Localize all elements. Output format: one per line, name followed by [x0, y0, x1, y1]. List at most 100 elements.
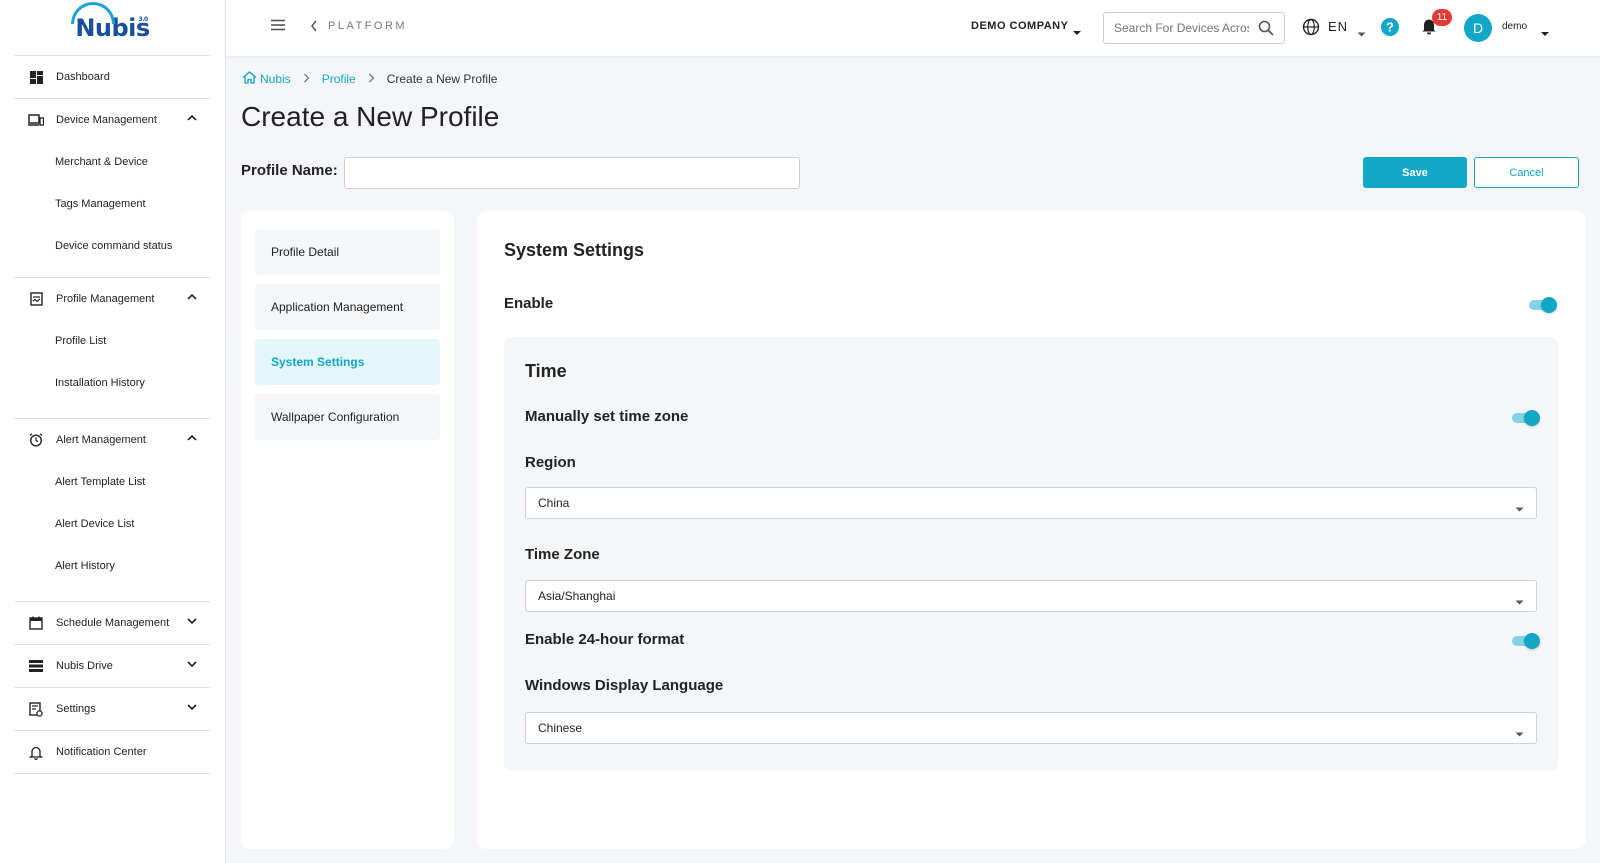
page-title: Create a New Profile [241, 101, 500, 132]
display-language-value: Chinese [538, 721, 583, 735]
brand-logo: 3.0 Nubis [71, 1, 150, 42]
sidebar-item-alert-history[interactable]: Alert History [14, 545, 211, 587]
bell-outline-icon [28, 744, 44, 760]
top-header: PLATFORM DEMO COMPANY EN ? 11 D demo [226, 0, 1600, 56]
chevron-right-icon [368, 72, 375, 86]
drive-icon [28, 658, 44, 674]
hour24-toggle[interactable] [1510, 632, 1540, 650]
caret-down-icon [1515, 501, 1524, 515]
sidebar-item-nubis-drive[interactable]: Nubis Drive [14, 645, 211, 687]
devices-icon [28, 112, 44, 128]
sidebar-item-label: Profile Management [56, 293, 155, 305]
enable-toggle[interactable] [1527, 296, 1557, 314]
chevron-left-icon[interactable] [310, 19, 318, 37]
chevron-up-icon[interactable] [187, 113, 197, 126]
chevron-right-icon [303, 72, 310, 86]
search-box[interactable] [1103, 12, 1285, 44]
sidebar-item-notification-center[interactable]: Notification Center [14, 731, 211, 773]
hour24-label: Enable 24-hour format [525, 631, 685, 648]
brand-version: 3.0 [138, 15, 149, 23]
caret-down-icon [1515, 726, 1524, 740]
tab-application-management[interactable]: Application Management [255, 284, 440, 330]
system-settings-panel: System Settings Enable Time Manually set… [477, 211, 1586, 849]
platform-label[interactable]: PLATFORM [328, 20, 407, 32]
tab-profile-detail[interactable]: Profile Detail [255, 229, 440, 275]
sidebar-item-dashboard[interactable]: Dashboard [14, 56, 211, 98]
cloud-icon [71, 1, 116, 24]
nav-group-nubis-drive: Nubis Drive [14, 645, 211, 688]
logo[interactable]: 3.0 Nubis [14, 0, 211, 56]
breadcrumb-current: Create a New Profile [386, 72, 498, 86]
region-select[interactable]: China [525, 487, 1537, 519]
sidebar-item-label: Nubis Drive [56, 660, 113, 672]
caret-down-icon [1515, 594, 1524, 608]
sidebar-item-label: Dashboard [56, 71, 110, 83]
sidebar-item-label: Alert Management [56, 434, 146, 446]
notification-badge: 11 [1432, 9, 1452, 26]
nav-group-alert-management: Alert Management Alert Template List Ale… [14, 419, 211, 602]
alarm-icon [28, 432, 44, 448]
tab-wallpaper-configuration[interactable]: Wallpaper Configuration [255, 394, 440, 440]
globe-icon[interactable] [1302, 18, 1320, 41]
chevron-up-icon[interactable] [187, 433, 197, 446]
breadcrumb-profile[interactable]: Profile [322, 72, 356, 86]
sidebar-item-profile-management[interactable]: Profile Management [14, 278, 211, 320]
cancel-button[interactable]: Cancel [1474, 157, 1579, 188]
search-icon[interactable] [1258, 20, 1274, 41]
sidebar-item-alert-management[interactable]: Alert Management [14, 419, 211, 461]
toggle-knob [1541, 297, 1557, 313]
sidebar-item-settings[interactable]: Settings [14, 688, 211, 730]
nav-group-schedule-management: Schedule Management [14, 602, 211, 645]
caret-down-icon[interactable] [1357, 24, 1366, 42]
breadcrumb: Nubis Profile Create a New Profile [242, 71, 497, 87]
sidebar-item-alert-device-list[interactable]: Alert Device List [14, 503, 211, 545]
profile-name-label: Profile Name: [241, 162, 338, 179]
search-input[interactable] [1114, 13, 1249, 43]
caret-down-icon[interactable] [1072, 23, 1082, 41]
chevron-down-icon[interactable] [187, 659, 197, 672]
dashboard-icon [28, 69, 44, 85]
nav-group-notification-center: Notification Center [14, 731, 211, 774]
avatar[interactable]: D [1464, 14, 1492, 42]
time-settings-card: Time Manually set time zone Region China… [504, 337, 1558, 771]
company-selector[interactable]: DEMO COMPANY [971, 20, 1068, 32]
nav-group-dashboard: Dashboard [14, 56, 211, 99]
calendar-icon [28, 615, 44, 631]
chevron-down-icon[interactable] [187, 616, 197, 629]
nav-group-settings: Settings [14, 688, 211, 731]
tab-system-settings[interactable]: System Settings [255, 339, 440, 385]
display-language-label: Windows Display Language [525, 677, 724, 694]
sidebar-item-device-command-status[interactable]: Device command status [14, 225, 211, 267]
nav-group-device-management: Device Management Merchant & Device Tags… [14, 99, 211, 278]
timezone-select[interactable]: Asia/Shanghai [525, 580, 1537, 612]
sidebar-item-schedule-management[interactable]: Schedule Management [14, 602, 211, 644]
save-button[interactable]: Save [1363, 157, 1467, 188]
region-label: Region [525, 454, 576, 471]
profile-name-input[interactable] [344, 157, 800, 189]
sidebar-item-device-management[interactable]: Device Management [14, 99, 211, 141]
chevron-up-icon[interactable] [187, 292, 197, 305]
sidebar-item-label: Schedule Management [56, 617, 170, 629]
sidebar-item-label: Notification Center [56, 746, 147, 758]
display-language-select[interactable]: Chinese [525, 712, 1537, 744]
breadcrumb-home[interactable]: Nubis [260, 72, 291, 86]
sidebar-item-tags-management[interactable]: Tags Management [14, 183, 211, 225]
chevron-down-icon[interactable] [187, 702, 197, 715]
sidebar-item-installation-history[interactable]: Installation History [14, 362, 211, 404]
menu-icon[interactable] [270, 18, 286, 37]
profile-tabs-panel: Profile Detail Application Management Sy… [241, 211, 454, 849]
time-section-title: Time [525, 361, 567, 381]
sidebar-item-merchant-device[interactable]: Merchant & Device [14, 141, 211, 183]
home-icon[interactable] [242, 71, 257, 87]
manual-timezone-toggle[interactable] [1510, 409, 1540, 427]
help-icon[interactable]: ? [1380, 17, 1400, 42]
sidebar-item-profile-list[interactable]: Profile List [14, 320, 211, 362]
toggle-knob [1524, 410, 1540, 426]
caret-down-icon[interactable] [1540, 24, 1550, 42]
sidebar-item-alert-template-list[interactable]: Alert Template List [14, 461, 211, 503]
language-selector[interactable]: EN [1328, 19, 1348, 34]
username[interactable]: demo [1502, 21, 1527, 32]
svg-text:?: ? [1386, 20, 1394, 35]
timezone-value: Asia/Shanghai [538, 589, 616, 603]
manual-timezone-label: Manually set time zone [525, 408, 689, 425]
